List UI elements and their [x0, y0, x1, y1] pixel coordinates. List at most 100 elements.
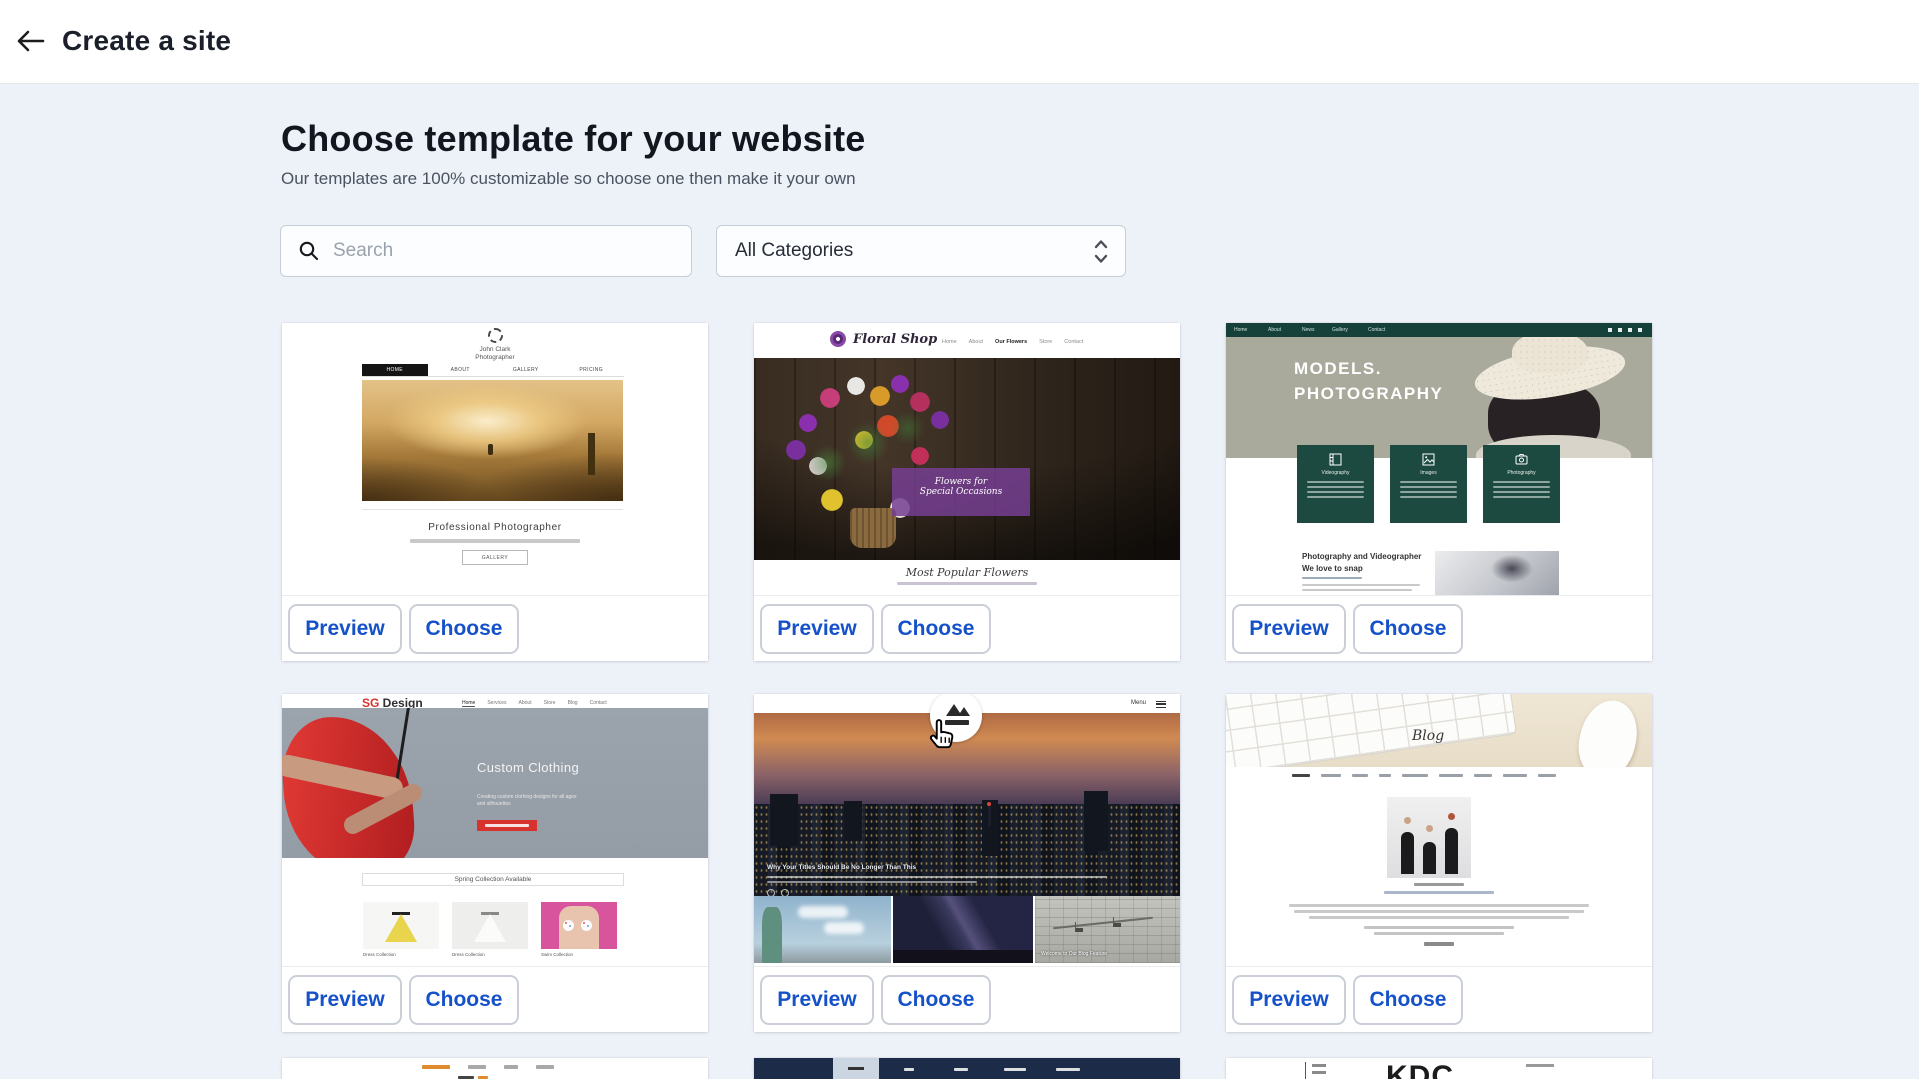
search-input[interactable]	[333, 226, 683, 276]
mini-text-line	[767, 881, 977, 883]
mini-nav-item	[1312, 1064, 1326, 1067]
card-footer: Preview Choose	[754, 966, 1180, 1032]
back-button[interactable]	[10, 24, 50, 60]
mini-text-line	[1289, 904, 1589, 907]
feature-card: Photography	[1483, 445, 1560, 523]
preview-button[interactable]: Preview	[288, 975, 402, 1025]
mini-nav: Home Services About Store Blog Contact	[462, 700, 662, 707]
choose-button[interactable]: Choose	[881, 975, 991, 1025]
mini-nav-item: Blog	[568, 700, 578, 707]
mini-nav-item: GALLERY	[493, 364, 559, 376]
mini-link-line	[1302, 577, 1362, 579]
choose-button[interactable]: Choose	[1353, 975, 1463, 1025]
mini-headline: Custom Clothing	[477, 760, 579, 775]
mini-nav-item: Store	[544, 700, 556, 707]
mini-caption-line	[1414, 883, 1464, 886]
mini-text-line	[1526, 1064, 1554, 1067]
mini-text-line	[1364, 926, 1514, 929]
category-select-value: All Categories	[735, 240, 853, 262]
red-dress-photo: Custom Clothing Creating custom clothing…	[282, 708, 708, 858]
preview-button[interactable]: Preview	[1232, 975, 1346, 1025]
blog-thumbnails: Welcome to Our Blog Feature	[754, 896, 1180, 963]
statue-of-liberty-photo	[754, 896, 891, 963]
mini-nav-tab-active	[833, 1058, 879, 1079]
mini-headline: PHOTOGRAPHY	[1294, 384, 1443, 404]
template-thumbnail: Floral Shop Home About Our Flowers Store…	[754, 323, 1180, 595]
category-select[interactable]: All Categories	[716, 225, 1126, 277]
person-silhouette	[488, 444, 493, 455]
cta-text-line	[485, 824, 529, 827]
template-card-travel-blog: Menu Why Your Titles Should Be No Longer…	[754, 694, 1180, 1032]
salon-photo	[1387, 797, 1471, 878]
choose-button[interactable]: Choose	[881, 604, 991, 654]
mini-menu-label: Menu	[1131, 700, 1146, 706]
mini-nav-item: About	[969, 339, 983, 345]
mini-gallery-button: GALLERY	[462, 550, 528, 565]
choose-button[interactable]: Choose	[409, 604, 519, 654]
statue	[762, 907, 782, 963]
preview-button[interactable]: Preview	[760, 604, 874, 654]
mini-nav-item: Home	[942, 339, 957, 345]
social-icon	[1608, 328, 1612, 332]
bikini-cup	[581, 920, 592, 931]
template-card-floral-shop: Floral Shop Home About Our Flowers Store…	[754, 323, 1180, 661]
divider	[1305, 1062, 1306, 1079]
mini-link-line	[1384, 891, 1494, 894]
mini-nav-item: Services	[487, 700, 506, 707]
building	[770, 794, 798, 846]
choose-button[interactable]: Choose	[409, 975, 519, 1025]
mini-nav-item	[1402, 774, 1428, 777]
mini-read-button	[1424, 942, 1454, 946]
mini-nav-item	[1056, 1068, 1080, 1071]
product-photo-dress	[363, 902, 439, 949]
preview-button[interactable]: Preview	[1232, 604, 1346, 654]
night-sky-photo	[893, 896, 1033, 963]
mini-nav-item: Contact	[1368, 327, 1385, 333]
mini-navbar	[754, 1058, 1180, 1079]
product-caption: Swim Collection	[541, 952, 573, 957]
template-card-partial-3: KDC	[1226, 1058, 1652, 1079]
cloud	[798, 906, 848, 918]
antenna-light	[987, 802, 991, 806]
mini-nav-item	[904, 1068, 914, 1071]
mini-nav-text	[848, 1067, 864, 1070]
product-photo-swimwear	[541, 902, 617, 949]
create-site-page: Create a site Choose template for your w…	[0, 0, 1919, 1079]
tulip-bouquet-photo: Flowers for Special Occasions	[754, 358, 1180, 560]
mini-tagline	[410, 539, 580, 543]
template-thumbnail: Home About News Gallery Contact MODELS. …	[1226, 323, 1652, 595]
feature-text-line	[1307, 486, 1364, 488]
card-footer: Preview Choose	[282, 595, 708, 661]
film-icon	[1329, 453, 1342, 466]
white-dress	[474, 914, 506, 942]
section-heading: Choose template for your website	[281, 118, 866, 160]
preview-button[interactable]: Preview	[288, 604, 402, 654]
mini-body-heading: Photography and Videographer	[1302, 552, 1421, 561]
hamburger-icon	[1156, 701, 1166, 708]
template-thumbnail: KDC	[1226, 1058, 1652, 1079]
divider	[362, 509, 623, 510]
feature-text-line	[1307, 481, 1364, 483]
mini-nav-item	[1292, 774, 1310, 777]
choose-button[interactable]: Choose	[1353, 604, 1463, 654]
feature-text-line	[1307, 496, 1364, 498]
mini-nav-item	[1379, 774, 1391, 777]
mini-nav-item: Gallery	[1332, 327, 1348, 333]
mini-nav-item	[536, 1065, 554, 1069]
select-chevrons-icon	[1091, 237, 1111, 272]
person-figure	[1423, 842, 1436, 874]
image-icon	[1422, 453, 1435, 466]
mini-section-subtitle	[897, 582, 1037, 585]
vase	[850, 508, 896, 548]
preview-button[interactable]: Preview	[760, 975, 874, 1025]
feature-text-line	[1493, 491, 1550, 493]
social-icon	[1618, 328, 1622, 332]
keyboard-desk-photo: Blog	[1226, 694, 1652, 767]
feature-card: Images	[1390, 445, 1467, 523]
template-card-sg-design: SG Design Home Services About Store Blog…	[282, 694, 708, 1032]
fence-post	[588, 433, 595, 475]
lift-chair	[1113, 917, 1121, 927]
mini-nav-item	[468, 1065, 486, 1069]
mini-text-line	[1302, 584, 1420, 586]
mini-cta-button	[477, 820, 537, 831]
